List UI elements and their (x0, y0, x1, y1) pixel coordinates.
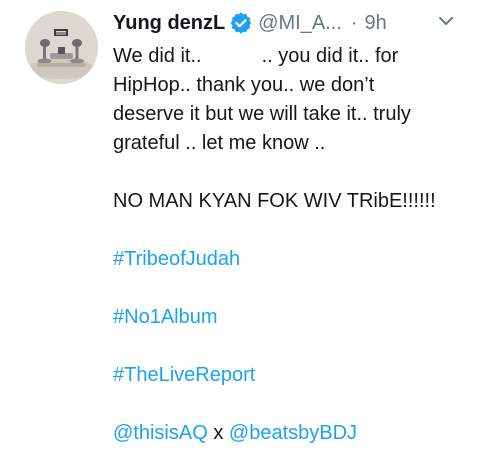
hashtag-line: #No1Album (113, 303, 473, 332)
display-name[interactable]: Yung denzL (113, 12, 225, 35)
tweet-card: Yung denzL @MI_A... · 9h We did it.. .. y… (0, 0, 480, 460)
avatar-image (25, 11, 98, 84)
text-fragment: .. you did it.. for (261, 45, 399, 67)
text-line: We did it.. .. you did it.. for (113, 42, 473, 71)
avatar[interactable] (25, 11, 98, 84)
mention-link[interactable]: @thisisAQ (113, 422, 208, 444)
chevron-down-icon[interactable] (436, 11, 456, 31)
timestamp[interactable]: 9h (365, 12, 387, 35)
separator-dot: · (350, 11, 358, 34)
verified-badge-icon (230, 12, 252, 34)
text-line: HipHop.. thank you.. we don’t (113, 74, 375, 96)
tweet-header: Yung denzL @MI_A... · 9h (113, 8, 387, 38)
hashtag-link[interactable]: #TribeofJudah (113, 248, 240, 270)
mention-joiner: x (207, 422, 229, 444)
user-handle[interactable]: @MI_A... (258, 12, 342, 35)
text-fragment: We did it.. (113, 45, 202, 67)
hashtag-link[interactable]: #No1Album (113, 306, 218, 328)
text-line: deserve it but we will take it.. truly (113, 103, 411, 125)
mention-link[interactable]: @beatsbyBDJ (229, 422, 357, 444)
hashtag-line: #TheLiveReport (113, 361, 473, 390)
mention-line: @thisisAQ x @beatsbyBDJ (113, 419, 473, 448)
text-line: grateful .. let me know .. (113, 132, 326, 154)
hashtag-link[interactable]: #TheLiveReport (113, 364, 255, 386)
text-line: NO MAN KYAN FOK WIV TRibE!!!!!! (113, 190, 436, 212)
hashtag-line: #TribeofJudah (113, 245, 473, 274)
tweet-text: We did it.. .. you did it.. for HipHop.. … (113, 42, 473, 448)
